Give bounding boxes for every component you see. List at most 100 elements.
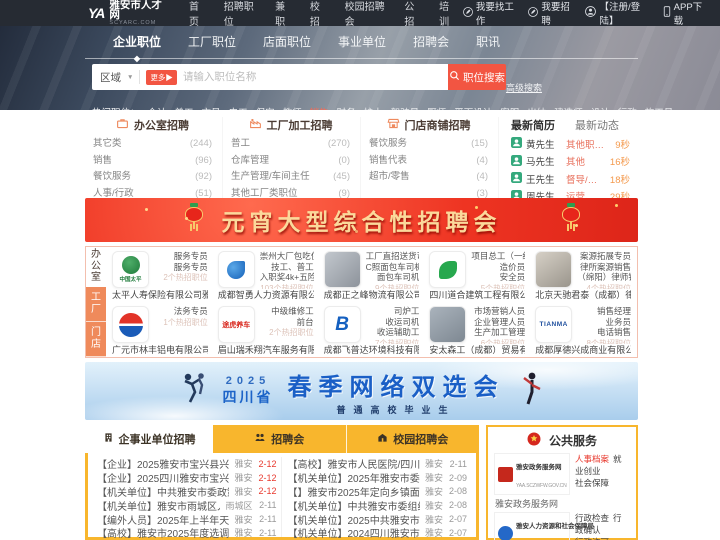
nav-home[interactable]: 首页: [182, 0, 213, 28]
office-icon: [116, 117, 129, 133]
news-item[interactable]: 【企业】2025四川雅安市宝兴县兴绿林业—雅安2-12: [97, 471, 277, 486]
news-item[interactable]: 【高校】雅安市人民医院/四川大学华西—雅安2-11: [288, 457, 468, 472]
hr-logo-icon: [498, 525, 513, 540]
category-item[interactable]: 其它类 (244): [91, 136, 214, 153]
hr-bureau-logo[interactable]: 雅安人力资源和社会保障局RSJ.YAAN.GOV.CN: [494, 512, 594, 540]
service-link[interactable]: 社会保障: [575, 478, 609, 488]
resume-row[interactable]: 黄先生 其他职能职位... 9秒: [511, 137, 630, 155]
news-item[interactable]: 【】雅安市2025年定向乡镇面试资格—雅安2-08: [288, 485, 468, 499]
factory-icon: [249, 117, 262, 133]
news-item[interactable]: 【机关单位】中共雅安市委组织部中共雅安市—雅安2-08: [288, 498, 468, 513]
company-card[interactable]: B 司炉工收运司机收运辅助工7个热招职位 成都飞普达环境科技有限公司: [319, 302, 425, 357]
resume-row[interactable]: 马先生 其他 16秒: [511, 154, 630, 173]
emblem-icon: [527, 432, 541, 449]
news-item[interactable]: 【机关单位】2024四川雅安市发改委市川藏经—雅安2-07: [288, 526, 468, 540]
category-item[interactable]: 餐饮服务 (15): [367, 136, 490, 153]
company-showcase: 办公室 工厂 门店 中国太平 服务专员 服务专员 2个热招职位 太平人寿保险有限公司…: [85, 246, 638, 358]
spring-online-fair-banner[interactable]: 2025 四川省 春季网络双选会 普通高校毕业生: [85, 362, 638, 420]
news-item[interactable]: 【企业】2025雅安市宝兴县兴绿林业投资—雅安2-12: [97, 457, 277, 472]
news-item[interactable]: 【机关单位】雅安市雨城区人力资源和社会保—雨城区2-11: [97, 498, 277, 513]
side-tab-office[interactable]: 办公室: [86, 247, 106, 287]
search-icon: [449, 70, 460, 84]
category-item[interactable]: 仓库管理 (0): [229, 153, 352, 170]
news-tabs: 企事业单位招聘 招聘会 校园招聘会: [85, 425, 479, 453]
nav-parttime[interactable]: 兼职: [268, 0, 299, 28]
news-item[interactable]: 【机关单位】2025年雅安市委政策研究室遴选—雅安2-09: [288, 471, 468, 486]
subnav-factory-jobs[interactable]: 工厂职位: [188, 33, 236, 50]
news-list-left: 【企业】2025雅安市宝兴县兴绿林业投资—雅安2-12 【企业】2025四川雅安…: [93, 457, 281, 540]
category-item[interactable]: 普工 (270): [229, 136, 352, 153]
nav-campus[interactable]: 校招: [303, 0, 334, 28]
festival-fair-banner[interactable]: 元宵大型综合性招聘会: [85, 198, 638, 242]
company-card[interactable]: TIANMA 销售经理业务员电话销售8个热招职位 成都厚德兴成商业有限公司: [530, 302, 636, 357]
news-item[interactable]: 【机关单位】2025中共雅安市委组织部中共雅—雅安2-07: [288, 512, 468, 527]
service-link[interactable]: 行政检查: [575, 513, 609, 523]
nav-public-recruit[interactable]: 公招: [397, 0, 428, 28]
company-logo: 途虎养车: [217, 306, 255, 343]
tab-campus-fair[interactable]: 校园招聘会: [345, 425, 480, 453]
subnav-news[interactable]: 职讯: [476, 33, 500, 50]
tab-latest-resumes[interactable]: 最新简历: [511, 117, 555, 133]
avatar: [511, 137, 522, 155]
company-logo: [535, 251, 573, 288]
job-search-input[interactable]: [182, 71, 440, 83]
tab-job-fair[interactable]: 招聘会: [213, 425, 346, 453]
gov-service-logo[interactable]: 雅安政务服务网YAA.SCZWFW.GOV.CN: [494, 453, 570, 495]
service-link[interactable]: 人事档案: [575, 454, 609, 464]
nav-training[interactable]: 培训: [432, 0, 463, 28]
subnav-store-jobs[interactable]: 店面职位: [263, 33, 311, 50]
news-item[interactable]: 【高校】雅安市2025年度选调大学毕业生—雅安2-11: [97, 526, 277, 540]
category-item[interactable]: 超市/零售 (4): [367, 169, 490, 186]
app-download-link[interactable]: APP下载: [663, 0, 706, 27]
search-box: 区域 ▼ 更多▶: [92, 64, 448, 90]
subnav-job-fair[interactable]: 招聘会: [413, 33, 449, 50]
phone-icon: [663, 6, 671, 20]
top-nav: 首页 招聘职位 兼职 校招 校园招聘会 公招 培训: [182, 0, 463, 28]
job-search-button[interactable]: 职位搜索: [448, 64, 506, 90]
resume-row[interactable]: 王先生 督导/巡店、零... 18秒: [511, 172, 630, 190]
hot-job-link[interactable]: 施工员: [645, 105, 674, 110]
company-logo: B: [323, 306, 361, 343]
nav-jobs[interactable]: 招聘职位: [217, 0, 264, 28]
site-logo[interactable]: YA 雅安市人才网 SCYARC.COM: [88, 0, 164, 26]
lantern-icon: [185, 203, 203, 229]
subnav-public-units[interactable]: 事业单位: [338, 33, 386, 50]
company-card[interactable]: 案源拓展专员律所案源销售（绵阳）律师销售4个热招职位 北京天驰君泰（成都）律师事…: [530, 247, 636, 302]
school-icon: [377, 432, 388, 446]
news-item[interactable]: 【机关单位】中共雅安市委政策研究室2025年—雅安2-12: [97, 485, 277, 499]
category-item[interactable]: 餐饮服务 (92): [91, 169, 214, 186]
tab-public-unit-recruit[interactable]: 企事业单位招聘: [85, 425, 213, 453]
company-card[interactable]: 项目总工（一级建造价员安全员5个热招职位 四川道合建筑工程有限公司: [424, 247, 530, 302]
hire-link[interactable]: 我要招聘: [528, 0, 573, 27]
company-card[interactable]: 市场营销人员企业管理人员生产加工管理6个热招职位 安太森工（成都）贸易有限公司: [424, 302, 530, 357]
company-card[interactable]: 途虎养车 中级维修工前台2个热招职位 眉山瑞禾翔汽车服务有限公司: [213, 302, 319, 357]
advanced-search-link[interactable]: 高级搜索: [506, 81, 542, 94]
news-item[interactable]: 【编外人员】2025年上半年天全县中医医院（—雅安2-11: [97, 512, 277, 527]
pencil-icon: [528, 6, 539, 20]
more-badge[interactable]: 更多▶: [146, 69, 177, 85]
company-card[interactable]: 工厂直招送货司机C照面包车司机面包车司机9个热招职位 成都正之峰物流有限公司: [319, 247, 425, 302]
tab-latest-activity[interactable]: 最新动态: [575, 117, 619, 133]
find-job-link[interactable]: 我要找工作: [462, 0, 517, 27]
side-tab-factory[interactable]: 工厂: [86, 286, 106, 322]
category-item[interactable]: 生产管理/车间主任 (45): [229, 169, 352, 186]
nav-campus-fair[interactable]: 校园招聘会: [338, 0, 394, 28]
company-card[interactable]: 崇州大厂包吃住+技工、普工入职奖4k+五险103个热招职位 成都智勇人力资源有限…: [213, 247, 319, 302]
company-card[interactable]: 中国太平 服务专员服务专员2个热招职位 太平人寿保险有限公司雅安中心支: [107, 247, 213, 302]
side-tab-store[interactable]: 门店: [86, 321, 106, 357]
subnav-company-jobs[interactable]: 企业职位 ◆: [113, 33, 161, 63]
category-item[interactable]: 销售 (96): [91, 153, 214, 170]
login-register-link[interactable]: 【注册/登陆】: [585, 0, 650, 27]
region-select[interactable]: 区域: [100, 70, 121, 85]
banner-year: 2025: [225, 375, 271, 387]
latest-resume-panel: 最新简历 最新动态 黄先生 其他职能职位... 9秒 马先生 其他 16秒 王先…: [499, 117, 638, 203]
news-section: 企事业单位招聘 招聘会 校园招聘会 【企业】2025雅安市宝兴县兴绿林业投资—雅…: [85, 425, 479, 540]
service-caption: 雅安政务服务网: [495, 499, 559, 509]
logo-text: 雅安市人才网 SCYARC.COM: [109, 0, 164, 26]
company-logo: [429, 251, 467, 288]
category-item[interactable]: 销售代表 (4): [367, 153, 490, 170]
category-title: 工厂加工招聘: [266, 120, 333, 132]
category-title: 办公室招聘: [134, 120, 189, 132]
company-card[interactable]: 法务专员 1个热招职位 广元市林丰铝电有限公司: [107, 302, 213, 357]
company-logo: [112, 306, 149, 343]
